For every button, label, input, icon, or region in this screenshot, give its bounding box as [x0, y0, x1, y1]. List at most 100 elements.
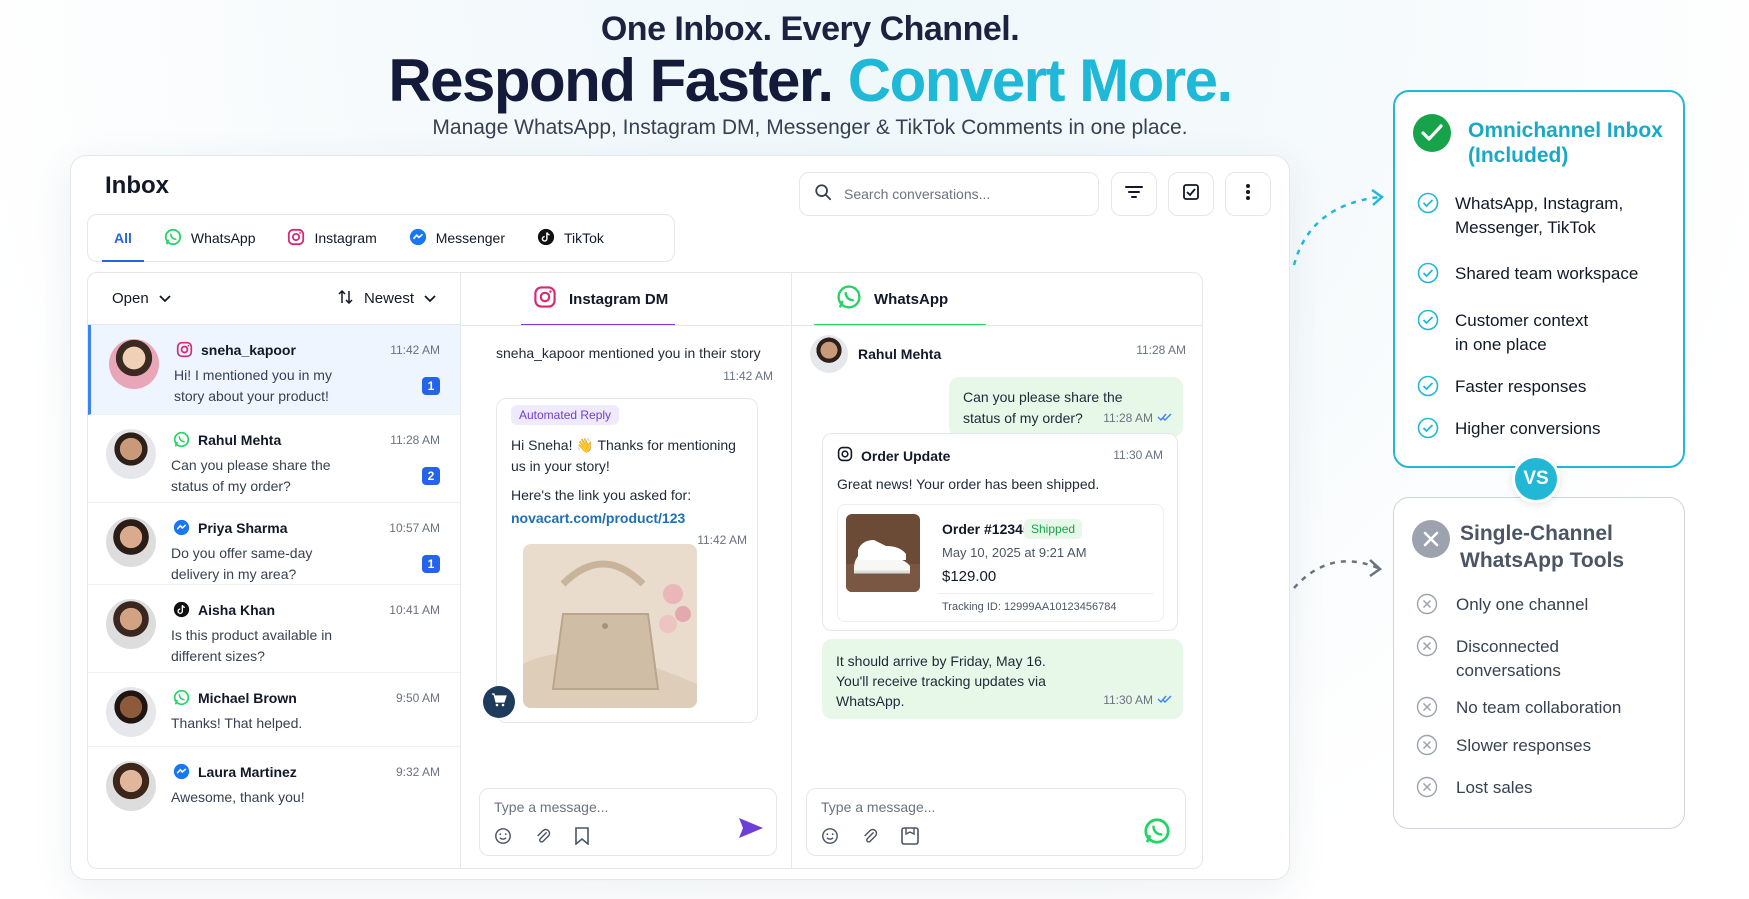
- con-item: Disconnected conversations: [1416, 635, 1586, 683]
- whatsapp-icon: [173, 431, 190, 453]
- tiktok-icon: [537, 228, 555, 249]
- filter-icon: [1125, 185, 1143, 204]
- contact-name: Priya Sharma: [198, 520, 288, 536]
- check-icon: [1417, 417, 1439, 446]
- single-channel-title: Single-Channel WhatsApp Tools: [1460, 522, 1625, 572]
- feature-text: Higher conversions: [1455, 419, 1601, 438]
- tab-tiktok[interactable]: TikTok: [521, 215, 620, 261]
- product-image: [523, 544, 697, 708]
- message-preview: Can you please share the status of my or…: [171, 457, 331, 494]
- contact-name: Laura Martinez: [198, 764, 297, 780]
- con-text: Only one channel: [1456, 595, 1589, 614]
- x-icon: [1416, 593, 1438, 622]
- sort-dropdown[interactable]: Newest: [338, 289, 436, 308]
- message-time: 11:30 AM: [1103, 693, 1153, 707]
- order-title: Order Update: [861, 447, 951, 464]
- con-item: Only one channel: [1416, 593, 1656, 622]
- messenger-icon: [409, 228, 427, 249]
- message-time: 11:42 AM: [697, 533, 747, 547]
- message-preview: Thanks! That helped.: [171, 715, 303, 731]
- emoji-icon[interactable]: [494, 827, 512, 850]
- tiktok-icon: [173, 601, 190, 623]
- instagram-chat-panel: Instagram DM sneha_kapoor mentioned you …: [461, 272, 791, 869]
- whatsapp-composer: [806, 788, 1186, 856]
- message-time: 10:57 AM: [389, 521, 440, 535]
- instagram-icon: [287, 228, 305, 249]
- sort-label: Newest: [363, 290, 414, 307]
- tab-all[interactable]: All: [98, 215, 148, 262]
- whatsapp-icon: [173, 689, 190, 711]
- filter-button[interactable]: [1111, 172, 1157, 216]
- search-icon: [814, 183, 832, 206]
- dotted-arrow-top: [1292, 188, 1385, 266]
- story-mention-text: sneha_kapoor mentioned you in their stor…: [496, 345, 761, 361]
- select-button[interactable]: [1168, 172, 1214, 216]
- cart-button[interactable]: [483, 686, 515, 718]
- reply-text-link-intro: Here's the link you asked for:: [511, 487, 692, 503]
- divider: [792, 325, 1202, 326]
- x-icon: [1416, 696, 1438, 725]
- unread-badge: 2: [422, 467, 440, 485]
- conversation-item[interactable]: Aisha Khan 10:41 AM Is this product avai…: [88, 585, 460, 673]
- avatar: [106, 599, 156, 649]
- double-check-icon: [1157, 408, 1173, 429]
- whatsapp-chat-panel: WhatsApp Rahul Mehta 11:28 AM Can you pl…: [791, 272, 1203, 869]
- headline-part1: Respond Faster.: [388, 47, 834, 114]
- tab-instagram[interactable]: Instagram: [271, 215, 392, 261]
- bubble-meta: 11:30 AM: [1103, 690, 1173, 711]
- message-time: 11:28 AM: [1136, 343, 1186, 357]
- message-input[interactable]: [821, 799, 1041, 815]
- x-icon: [1416, 734, 1438, 763]
- feature-item: WhatsApp, Instagram, Messenger, TikTok: [1417, 192, 1655, 240]
- con-text: Lost sales: [1456, 778, 1533, 797]
- whatsapp-send-icon[interactable]: [1143, 817, 1171, 850]
- avatar: [810, 335, 848, 373]
- conversation-item[interactable]: Rahul Mehta 11:28 AM Can you please shar…: [88, 415, 460, 503]
- contact-header: Rahul Mehta: [810, 335, 941, 373]
- conversation-item[interactable]: Priya Sharma 10:57 AM Do you offer same-…: [88, 503, 460, 585]
- message-time: 9:32 AM: [395, 765, 440, 779]
- bookmark-icon[interactable]: [574, 827, 590, 850]
- send-icon[interactable]: [738, 817, 764, 844]
- message-time: 11:28 AM: [1103, 411, 1153, 425]
- composer-tools: [821, 827, 919, 850]
- search-input[interactable]: [844, 186, 1064, 202]
- message-time: 10:41 AM: [389, 603, 440, 617]
- avatar: [106, 429, 156, 479]
- omnichannel-title: Omnichannel Inbox (Included): [1468, 119, 1663, 167]
- emoji-icon[interactable]: [821, 827, 839, 850]
- tab-label: Instagram DM: [569, 290, 669, 308]
- check-circle-icon: [1413, 114, 1451, 152]
- message-input[interactable]: [494, 799, 714, 815]
- tab-messenger[interactable]: Messenger: [393, 215, 521, 261]
- search-box[interactable]: [799, 172, 1099, 216]
- feature-text: Shared team workspace: [1455, 264, 1639, 283]
- tab-whatsapp-chat[interactable]: WhatsApp: [836, 273, 948, 325]
- attachment-icon[interactable]: [861, 827, 879, 850]
- check-icon: [1417, 262, 1439, 291]
- more-button[interactable]: [1225, 172, 1271, 216]
- status-filter-dropdown[interactable]: Open: [112, 290, 171, 307]
- tab-label: Instagram: [314, 230, 377, 246]
- bubble-meta: 11:28 AM: [1103, 408, 1173, 429]
- avatar: [109, 339, 159, 389]
- conversation-list: Open Newest sneha_kapoor 11:42 AM Hi! I …: [87, 272, 461, 869]
- template-icon[interactable]: [901, 827, 919, 850]
- conversation-item[interactable]: sneha_kapoor 11:42 AM Hi! I mentioned yo…: [88, 325, 460, 415]
- chevron-down-icon: [159, 290, 171, 307]
- order-price: $129.00: [942, 568, 997, 585]
- conversation-item[interactable]: Laura Martinez 9:32 AM Awesome, thank yo…: [88, 747, 460, 827]
- divider: [461, 325, 791, 326]
- instagram-icon: [837, 446, 853, 465]
- attachment-icon[interactable]: [534, 827, 552, 850]
- single-channel-card: Single-Channel WhatsApp Tools Only one c…: [1393, 497, 1685, 829]
- tab-whatsapp[interactable]: WhatsApp: [148, 215, 272, 261]
- checkbox-icon: [1183, 183, 1199, 205]
- product-link[interactable]: novacart.com/product/123: [511, 510, 685, 526]
- con-text: Slower responses: [1456, 736, 1592, 755]
- message-time: 11:42 AM: [723, 369, 773, 383]
- composer-tools: [494, 827, 590, 850]
- tab-instagram-dm[interactable]: Instagram DM: [533, 273, 668, 325]
- conversation-item[interactable]: Michael Brown 9:50 AM Thanks! That helpe…: [88, 673, 460, 747]
- automated-reply-badge: Automated Reply: [511, 405, 620, 425]
